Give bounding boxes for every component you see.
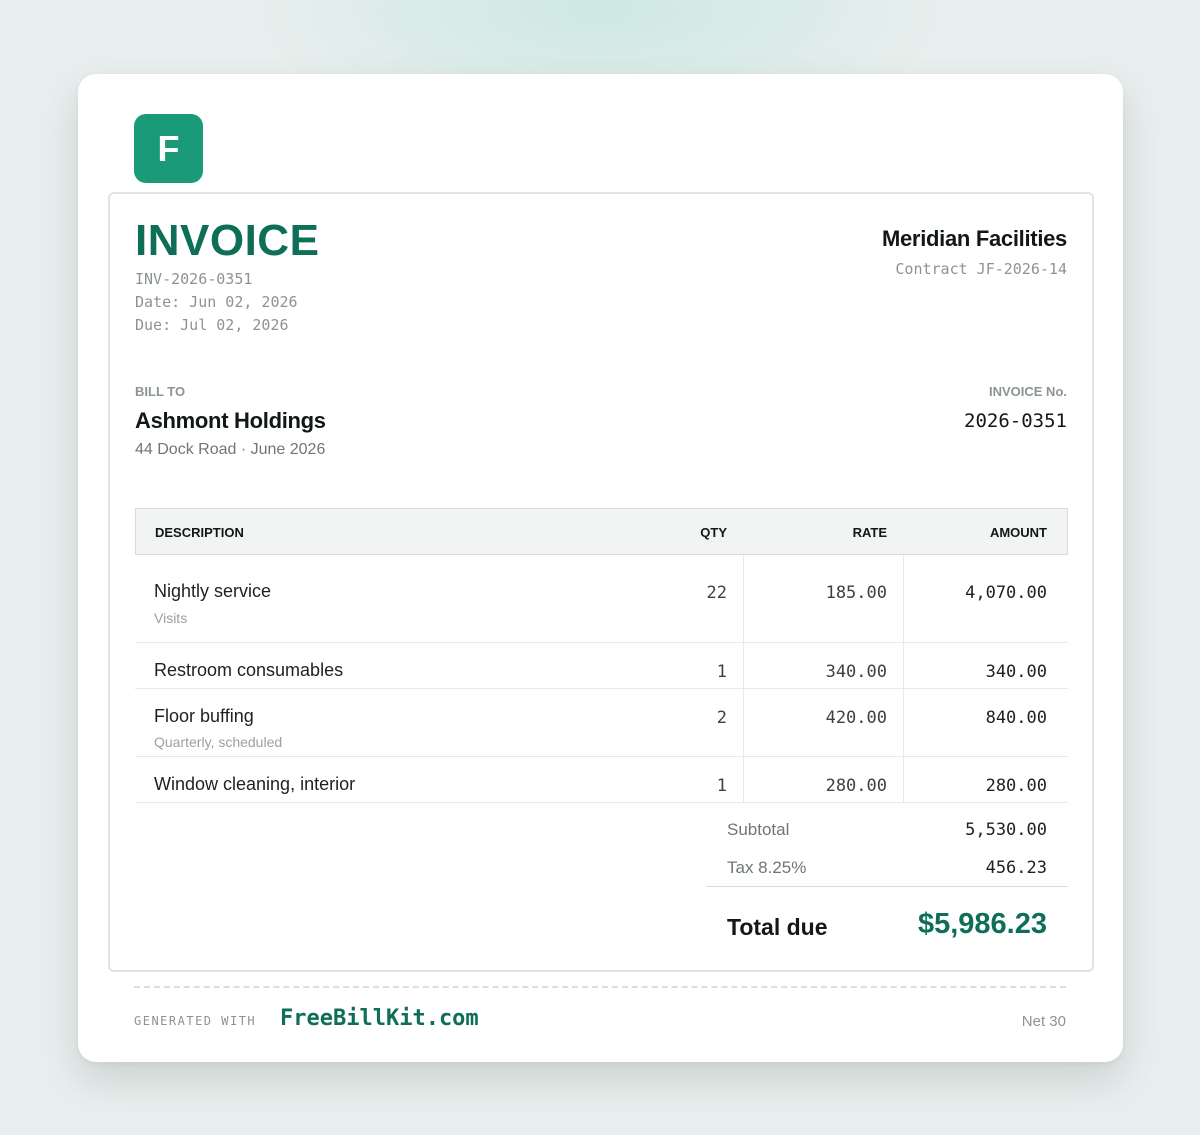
table-row: Nightly service Visits 22 185.00 4,070.0… — [135, 555, 1068, 643]
logo-f-icon: F — [134, 114, 203, 183]
tax-label: Tax 8.25% — [727, 858, 807, 877]
row-rate: 340.00 — [825, 662, 887, 682]
header-description: DESCRIPTION — [155, 525, 244, 540]
header-amount: AMOUNT — [989, 525, 1047, 540]
invoice-date-line: Date: Jun 02, 2026 — [135, 293, 298, 311]
table-row: Restroom consumables 1 340.00 340.00 — [135, 643, 1068, 689]
row-description: Window cleaning, interior — [154, 774, 356, 794]
row-description: Floor buffing — [154, 706, 254, 726]
total-due-value: $5,986.23 — [917, 908, 1047, 940]
row-qty: 2 — [716, 708, 727, 728]
vendor-block: Meridian Facilities Contract JF-2026-14 — [882, 226, 1067, 278]
header-qty: QTY — [700, 525, 727, 540]
totals-divider — [706, 886, 1068, 887]
row-rate: 185.00 — [825, 583, 887, 603]
row-amount: 340.00 — [985, 662, 1047, 682]
row-qty: 1 — [716, 662, 727, 682]
invoice-number-line: INV-2026-0351 — [135, 270, 253, 288]
row-amount: 4,070.00 — [965, 583, 1047, 603]
bill-to-address: 44 Dock Road · June 2026 — [135, 441, 326, 458]
row-qty: 1 — [716, 776, 727, 796]
row-amount: 280.00 — [985, 776, 1047, 796]
invoice-card: F INVOICE INV-2026-0351 Date: Jun 02, 20… — [78, 74, 1123, 1062]
vendor-contract: Contract JF-2026-14 — [895, 260, 1067, 278]
invoice-no-label: INVOICE No. — [988, 384, 1067, 399]
tax-row: Tax 8.25% 456.23 — [706, 858, 1068, 888]
row-qty: 22 — [706, 583, 727, 603]
bill-to-name: Ashmont Holdings — [135, 408, 326, 433]
total-due-label: Total due — [727, 914, 828, 940]
generated-with-label: GENERATED WITH — [134, 1014, 257, 1028]
invoice-no-value: 2026-0351 — [964, 410, 1067, 432]
invoice-title: INVOICE — [135, 216, 320, 265]
row-subtext: Visits — [154, 610, 188, 626]
vendor-name: Meridian Facilities — [881, 226, 1067, 251]
subtotal-value: 5,530.00 — [965, 820, 1047, 840]
header-rate: RATE — [852, 525, 887, 540]
table-row: Window cleaning, interior 1 280.00 280.0… — [135, 757, 1068, 803]
invoice-document: INVOICE INV-2026-0351 Date: Jun 02, 2026… — [108, 192, 1094, 972]
bill-to-label: BILL TO — [135, 384, 186, 399]
invoice-due-line: Due: Jul 02, 2026 — [135, 316, 289, 334]
row-rate: 420.00 — [825, 708, 887, 728]
tax-value: 456.23 — [985, 858, 1047, 878]
row-description: Nightly service — [154, 581, 272, 601]
footer-divider — [134, 986, 1066, 988]
row-description: Restroom consumables — [154, 660, 344, 680]
row-amount: 840.00 — [985, 708, 1047, 728]
row-subtext: Quarterly, scheduled — [154, 734, 283, 750]
payment-terms: Net 30 — [1021, 1013, 1066, 1030]
subtotal-label: Subtotal — [727, 820, 790, 839]
table-header: DESCRIPTION QTY RATE AMOUNT — [135, 508, 1068, 555]
row-rate: 280.00 — [825, 776, 887, 796]
table-row: Floor buffing Quarterly, scheduled 2 420… — [135, 689, 1068, 757]
brand-link[interactable]: FreeBillKit.com — [280, 1006, 479, 1031]
subtotal-row: Subtotal 5,530.00 — [706, 820, 1068, 850]
invoice-meta: INV-2026-0351 Date: Jun 02, 2026 Due: Ju… — [135, 268, 298, 337]
